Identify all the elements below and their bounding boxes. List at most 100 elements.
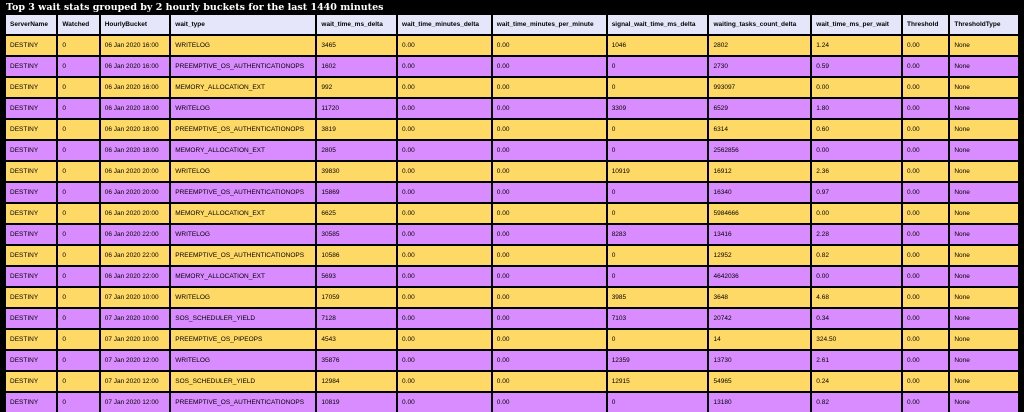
cell-waiting-tasks-count-delta: 6529 [709, 99, 811, 118]
cell-signal-wait-time-ms-delta: 0 [607, 393, 708, 412]
cell-wait-type: SOS_SCHEDULER_YIELD [171, 309, 316, 328]
cell-wait-time-minutes-delta: 0.00 [398, 183, 491, 202]
cell-wait-time-ms-delta: 30585 [317, 225, 397, 244]
cell-wait-type: WRITELOG [171, 162, 316, 181]
cell-wait-time-minutes-per-minute: 0.00 [492, 204, 606, 223]
table-row: DESTINY 0 06 Jan 2020 22:00 PREEMPTIVE_OS_A… [6, 246, 1018, 265]
cell-threshold: 0.00 [903, 141, 949, 160]
cell-watched: 0 [58, 351, 99, 370]
cell-threshold: 0.00 [903, 330, 949, 349]
cell-wait-time-ms-per-wait: 0.60 [812, 120, 901, 139]
cell-servername: DESTINY [6, 393, 57, 412]
cell-threshold: 0.00 [903, 183, 949, 202]
cell-wait-time-ms-delta: 10819 [317, 393, 397, 412]
cell-wait-time-ms-per-wait: 2.28 [812, 225, 901, 244]
cell-servername: DESTINY [6, 99, 57, 118]
cell-watched: 0 [58, 309, 99, 328]
cell-hourlybucket: 06 Jan 2020 18:00 [100, 120, 170, 139]
cell-waiting-tasks-count-delta: 2562856 [709, 141, 811, 160]
column-header-watched: Watched [58, 15, 99, 34]
cell-threshold: 0.00 [903, 225, 949, 244]
cell-threshold: 0.00 [903, 204, 949, 223]
cell-wait-time-ms-per-wait: 324.50 [812, 330, 901, 349]
cell-watched: 0 [58, 36, 99, 55]
cell-threshold: 0.00 [903, 78, 949, 97]
cell-waiting-tasks-count-delta: 16340 [709, 183, 811, 202]
cell-waiting-tasks-count-delta: 14 [709, 330, 811, 349]
table-row: DESTINY 0 06 Jan 2020 16:00 MEMORY_ALLOCATI… [6, 78, 1018, 97]
table-row: DESTINY 0 07 Jan 2020 12:00 PREEMPTIVE_OS_A… [6, 393, 1018, 412]
cell-wait-type: MEMORY_ALLOCATION_EXT [171, 78, 316, 97]
cell-waiting-tasks-count-delta: 16912 [709, 162, 811, 181]
cell-wait-time-ms-per-wait: 0.00 [812, 78, 901, 97]
table-row: DESTINY 0 06 Jan 2020 20:00 WRITELOG 39830 0.… [6, 162, 1018, 181]
cell-threshold: 0.00 [903, 393, 949, 412]
cell-servername: DESTINY [6, 57, 57, 76]
cell-wait-time-minutes-per-minute: 0.00 [492, 162, 606, 181]
cell-hourlybucket: 06 Jan 2020 16:00 [100, 78, 170, 97]
cell-signal-wait-time-ms-delta: 3985 [607, 288, 708, 307]
cell-wait-time-minutes-per-minute: 0.00 [492, 351, 606, 370]
cell-wait-time-minutes-delta: 0.00 [398, 225, 491, 244]
wait-stats-table: ServerName Watched HourlyBucket wait_type wa… [4, 13, 1020, 412]
cell-signal-wait-time-ms-delta: 3309 [607, 99, 708, 118]
cell-watched: 0 [58, 246, 99, 265]
cell-hourlybucket: 06 Jan 2020 20:00 [100, 162, 170, 181]
cell-wait-type: WRITELOG [171, 36, 316, 55]
cell-watched: 0 [58, 225, 99, 244]
cell-thresholdtype: None [950, 267, 1018, 286]
cell-servername: DESTINY [6, 246, 57, 265]
cell-wait-time-minutes-per-minute: 0.00 [492, 120, 606, 139]
column-header-wait-time-ms-per-wait: wait_time_ms_per_wait [812, 15, 901, 34]
cell-thresholdtype: None [950, 141, 1018, 160]
cell-hourlybucket: 07 Jan 2020 10:00 [100, 309, 170, 328]
cell-wait-time-minutes-per-minute: 0.00 [492, 78, 606, 97]
cell-hourlybucket: 06 Jan 2020 18:00 [100, 99, 170, 118]
cell-wait-time-ms-delta: 4543 [317, 330, 397, 349]
cell-wait-time-ms-delta: 1602 [317, 57, 397, 76]
cell-watched: 0 [58, 162, 99, 181]
cell-wait-time-minutes-delta: 0.00 [398, 78, 491, 97]
cell-wait-time-ms-delta: 12984 [317, 372, 397, 391]
cell-wait-time-minutes-delta: 0.00 [398, 393, 491, 412]
cell-wait-time-minutes-delta: 0.00 [398, 204, 491, 223]
table-body: DESTINY 0 06 Jan 2020 16:00 WRITELOG 3465 0.0… [6, 36, 1018, 412]
cell-wait-time-ms-delta: 992 [317, 78, 397, 97]
cell-hourlybucket: 07 Jan 2020 12:00 [100, 372, 170, 391]
cell-threshold: 0.00 [903, 288, 949, 307]
cell-wait-time-ms-per-wait: 0.82 [812, 393, 901, 412]
table-row: DESTINY 0 07 Jan 2020 10:00 SOS_SCHEDULER_Y… [6, 309, 1018, 328]
table-row: DESTINY 0 07 Jan 2020 12:00 SOS_SCHEDULER_Y… [6, 372, 1018, 391]
cell-wait-time-minutes-per-minute: 0.00 [492, 309, 606, 328]
cell-threshold: 0.00 [903, 267, 949, 286]
cell-wait-type: PREEMPTIVE_OS_PIPEOPS [171, 330, 316, 349]
cell-wait-time-ms-delta: 7128 [317, 309, 397, 328]
cell-wait-time-minutes-per-minute: 0.00 [492, 99, 606, 118]
cell-watched: 0 [58, 78, 99, 97]
cell-waiting-tasks-count-delta: 13180 [709, 393, 811, 412]
cell-signal-wait-time-ms-delta: 12359 [607, 351, 708, 370]
cell-wait-time-minutes-per-minute: 0.00 [492, 246, 606, 265]
column-header-servername: ServerName [6, 15, 57, 34]
cell-wait-type: PREEMPTIVE_OS_AUTHENTICATIONOPS [171, 57, 316, 76]
cell-watched: 0 [58, 393, 99, 412]
cell-wait-time-minutes-delta: 0.00 [398, 141, 491, 160]
cell-thresholdtype: None [950, 99, 1018, 118]
cell-thresholdtype: None [950, 330, 1018, 349]
cell-wait-time-minutes-delta: 0.00 [398, 372, 491, 391]
cell-signal-wait-time-ms-delta: 0 [607, 78, 708, 97]
cell-wait-time-minutes-per-minute: 0.00 [492, 267, 606, 286]
cell-servername: DESTINY [6, 330, 57, 349]
cell-wait-type: SOS_SCHEDULER_YIELD [171, 372, 316, 391]
cell-servername: DESTINY [6, 309, 57, 328]
cell-wait-time-ms-per-wait: 0.34 [812, 309, 901, 328]
cell-signal-wait-time-ms-delta: 8283 [607, 225, 708, 244]
cell-signal-wait-time-ms-delta: 0 [607, 267, 708, 286]
cell-wait-time-ms-delta: 10586 [317, 246, 397, 265]
column-header-wait-time-ms-delta: wait_time_ms_delta [317, 15, 397, 34]
cell-wait-time-ms-per-wait: 0.00 [812, 204, 901, 223]
cell-servername: DESTINY [6, 78, 57, 97]
cell-wait-time-ms-per-wait: 1.80 [812, 99, 901, 118]
cell-waiting-tasks-count-delta: 13416 [709, 225, 811, 244]
cell-thresholdtype: None [950, 78, 1018, 97]
